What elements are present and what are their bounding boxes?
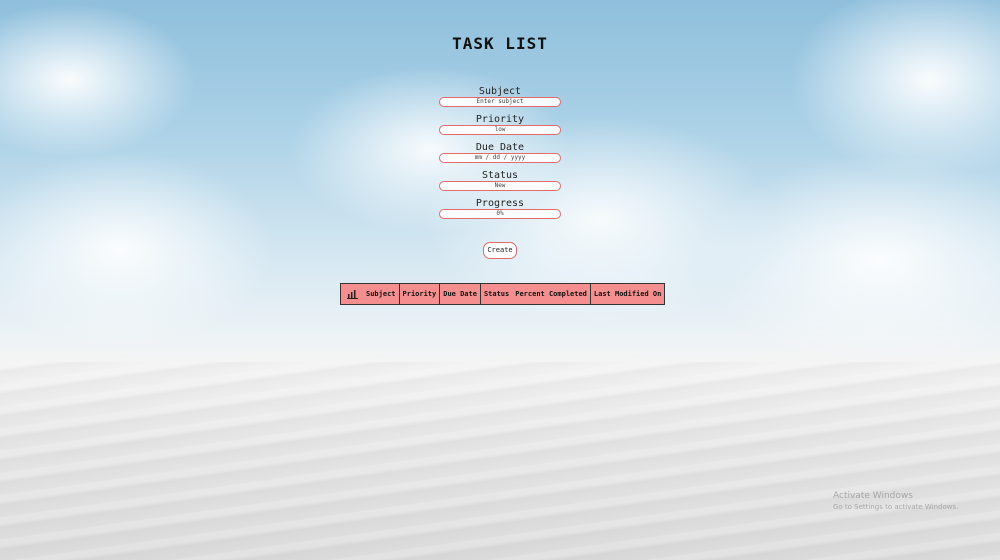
activate-windows-watermark: Activate Windows Go to Settings to activ…: [833, 491, 958, 512]
table-header-row: Subject Priority Due Date Status Percent…: [341, 283, 665, 305]
due-date-label: Due Date: [475, 142, 525, 153]
status-label: Status: [481, 170, 519, 181]
watermark-subtitle: Go to Settings to activate Windows.: [833, 503, 959, 511]
bar-chart-icon: [346, 290, 358, 299]
page-title: TASK LIST: [452, 34, 548, 53]
progress-label: Progress: [475, 198, 525, 209]
status-select[interactable]: New: [439, 181, 561, 191]
column-header-due-date[interactable]: Due Date: [439, 283, 481, 305]
column-header-subject[interactable]: Subject: [363, 283, 400, 305]
watermark-title: Activate Windows: [833, 491, 913, 501]
column-header-percent-completed[interactable]: Percent Completed: [512, 283, 591, 305]
create-button[interactable]: Create: [483, 242, 517, 259]
column-header-priority[interactable]: Priority: [399, 283, 441, 305]
progress-field: Progress 0%: [0, 198, 1000, 226]
task-table: Subject Priority Due Date Status Percent…: [340, 283, 666, 305]
background-ground: [0, 362, 1000, 560]
priority-label: Priority: [475, 114, 525, 125]
task-form: Subject Enter subject Priority low Due D…: [0, 86, 1000, 226]
subject-label: Subject: [478, 86, 522, 97]
priority-select[interactable]: low: [439, 125, 561, 135]
due-date-input[interactable]: mm / dd / yyyy: [439, 153, 561, 163]
progress-select[interactable]: 0%: [439, 209, 561, 219]
subject-field: Subject Enter subject: [0, 86, 1000, 114]
column-header-last-modified[interactable]: Last Modified On: [590, 284, 664, 305]
column-header-status[interactable]: Status: [480, 284, 512, 305]
subject-input[interactable]: Enter subject: [439, 97, 561, 107]
table-icon-cell: [341, 284, 364, 305]
status-field: Status New: [0, 170, 1000, 198]
due-date-field: Due Date mm / dd / yyyy: [0, 142, 1000, 170]
priority-field: Priority low: [0, 114, 1000, 142]
